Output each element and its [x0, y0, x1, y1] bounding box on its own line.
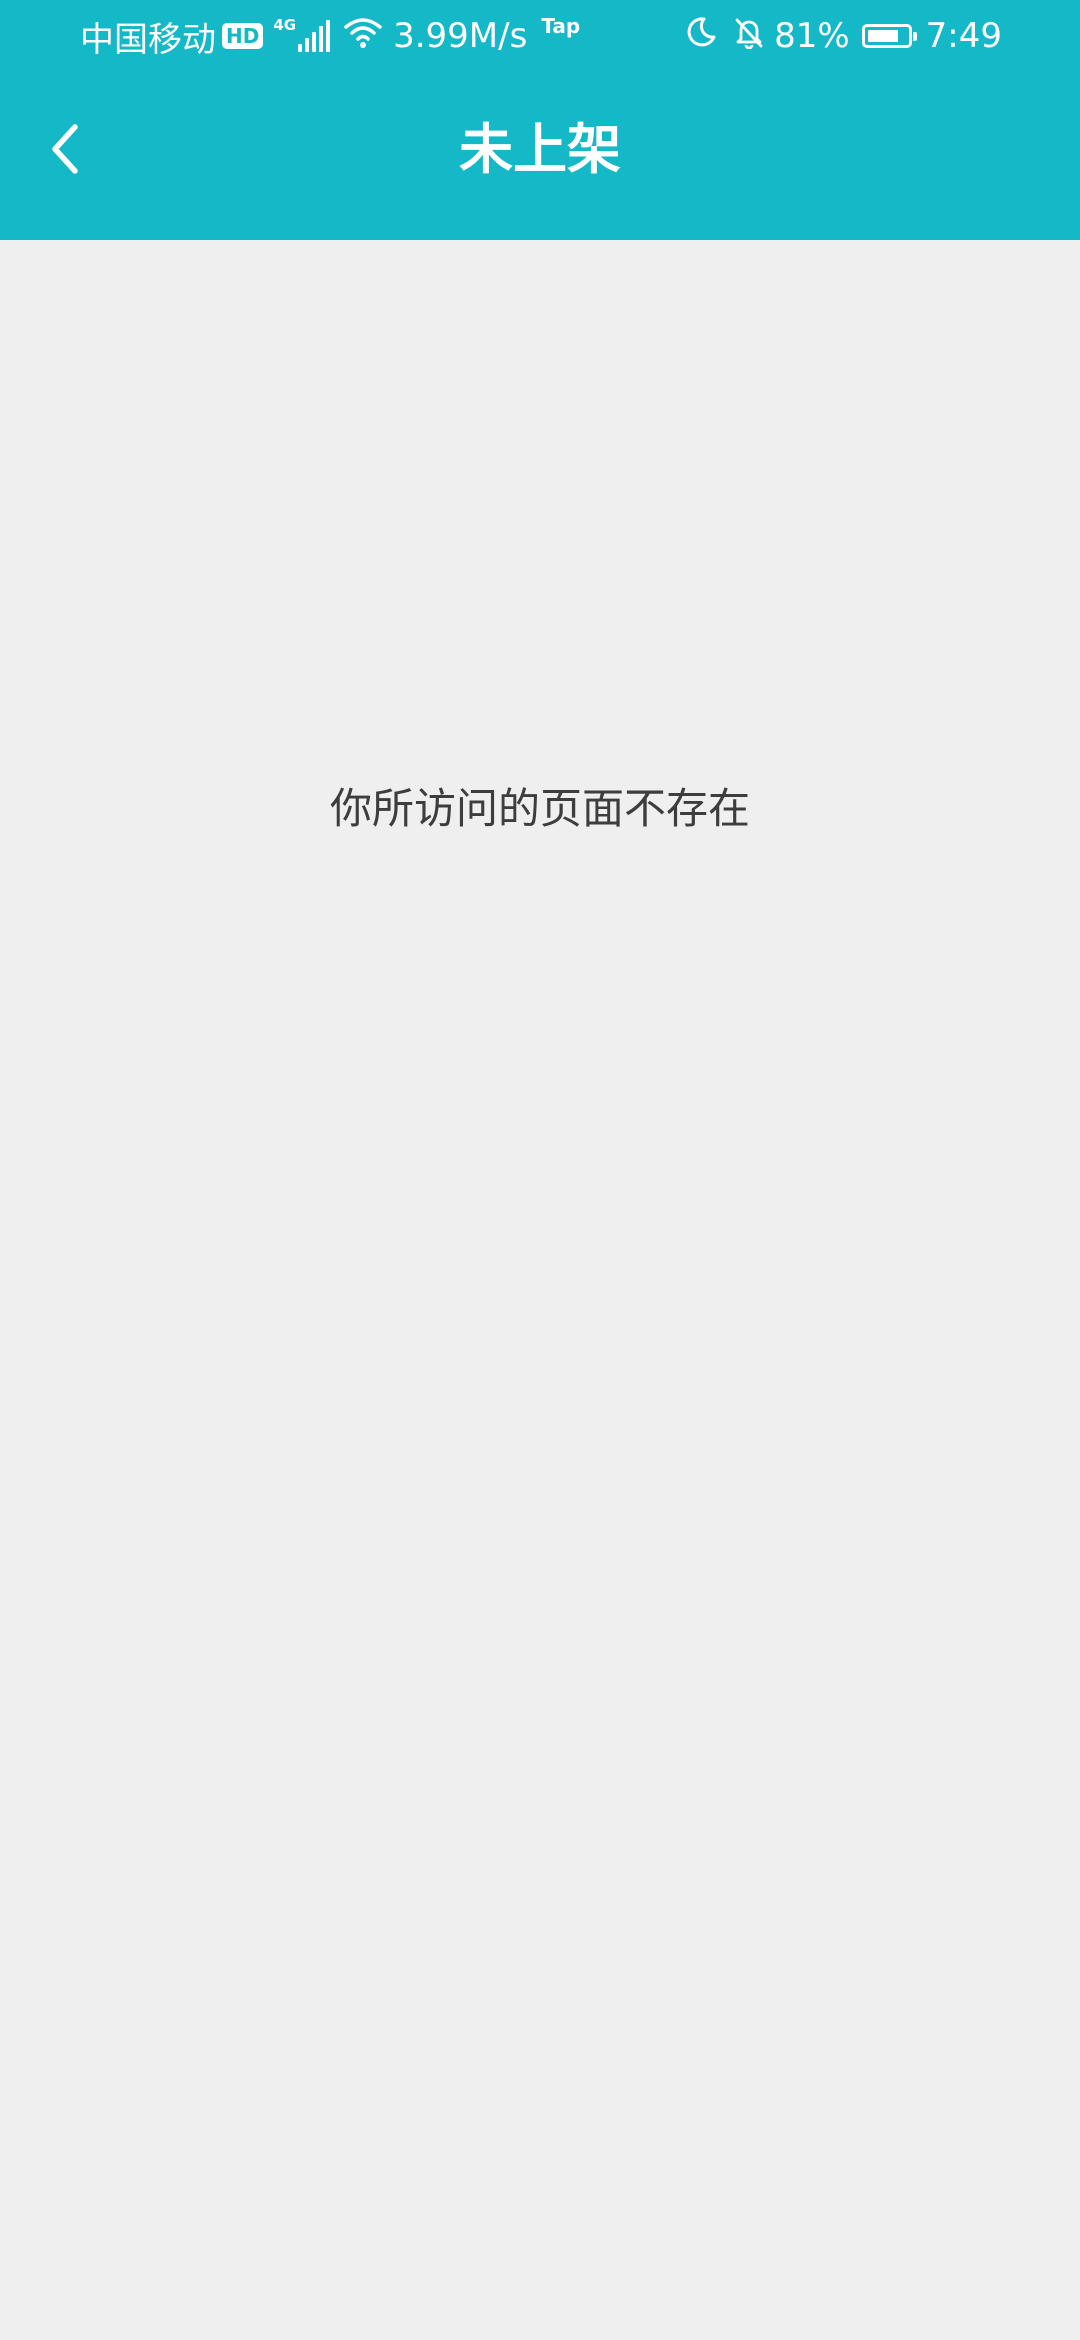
tap-label: Tap	[541, 14, 581, 38]
signal-icon	[298, 20, 333, 52]
battery-cap	[912, 32, 917, 41]
moon-icon	[684, 15, 718, 58]
status-bar-left: 中国移动 HD 4G 3.99M/s Tap	[80, 14, 581, 60]
empty-state-message: 你所访问的页面不存在	[329, 784, 750, 833]
network-type: 4G	[273, 16, 297, 34]
hd-badge: HD	[222, 23, 264, 49]
nav-bar: 未上架	[0, 72, 1080, 240]
network-speed: 3.99M/s	[393, 16, 528, 56]
page-title: 未上架	[459, 118, 621, 181]
status-bar: 中国移动 HD 4G 3.99M/s Tap 81% 7:49	[0, 0, 1080, 72]
bell-off-icon	[732, 15, 766, 58]
wifi-icon	[343, 15, 383, 58]
carrier-name: 中国移动	[80, 19, 216, 60]
battery-fill	[867, 30, 899, 42]
app-header: 中国移动 HD 4G 3.99M/s Tap 81% 7:49 未上架	[0, 0, 1080, 240]
clock: 7:49	[925, 16, 1002, 56]
status-bar-right: 81% 7:49	[684, 14, 1002, 58]
battery-percent: 81%	[774, 16, 850, 56]
battery-icon	[861, 24, 917, 48]
